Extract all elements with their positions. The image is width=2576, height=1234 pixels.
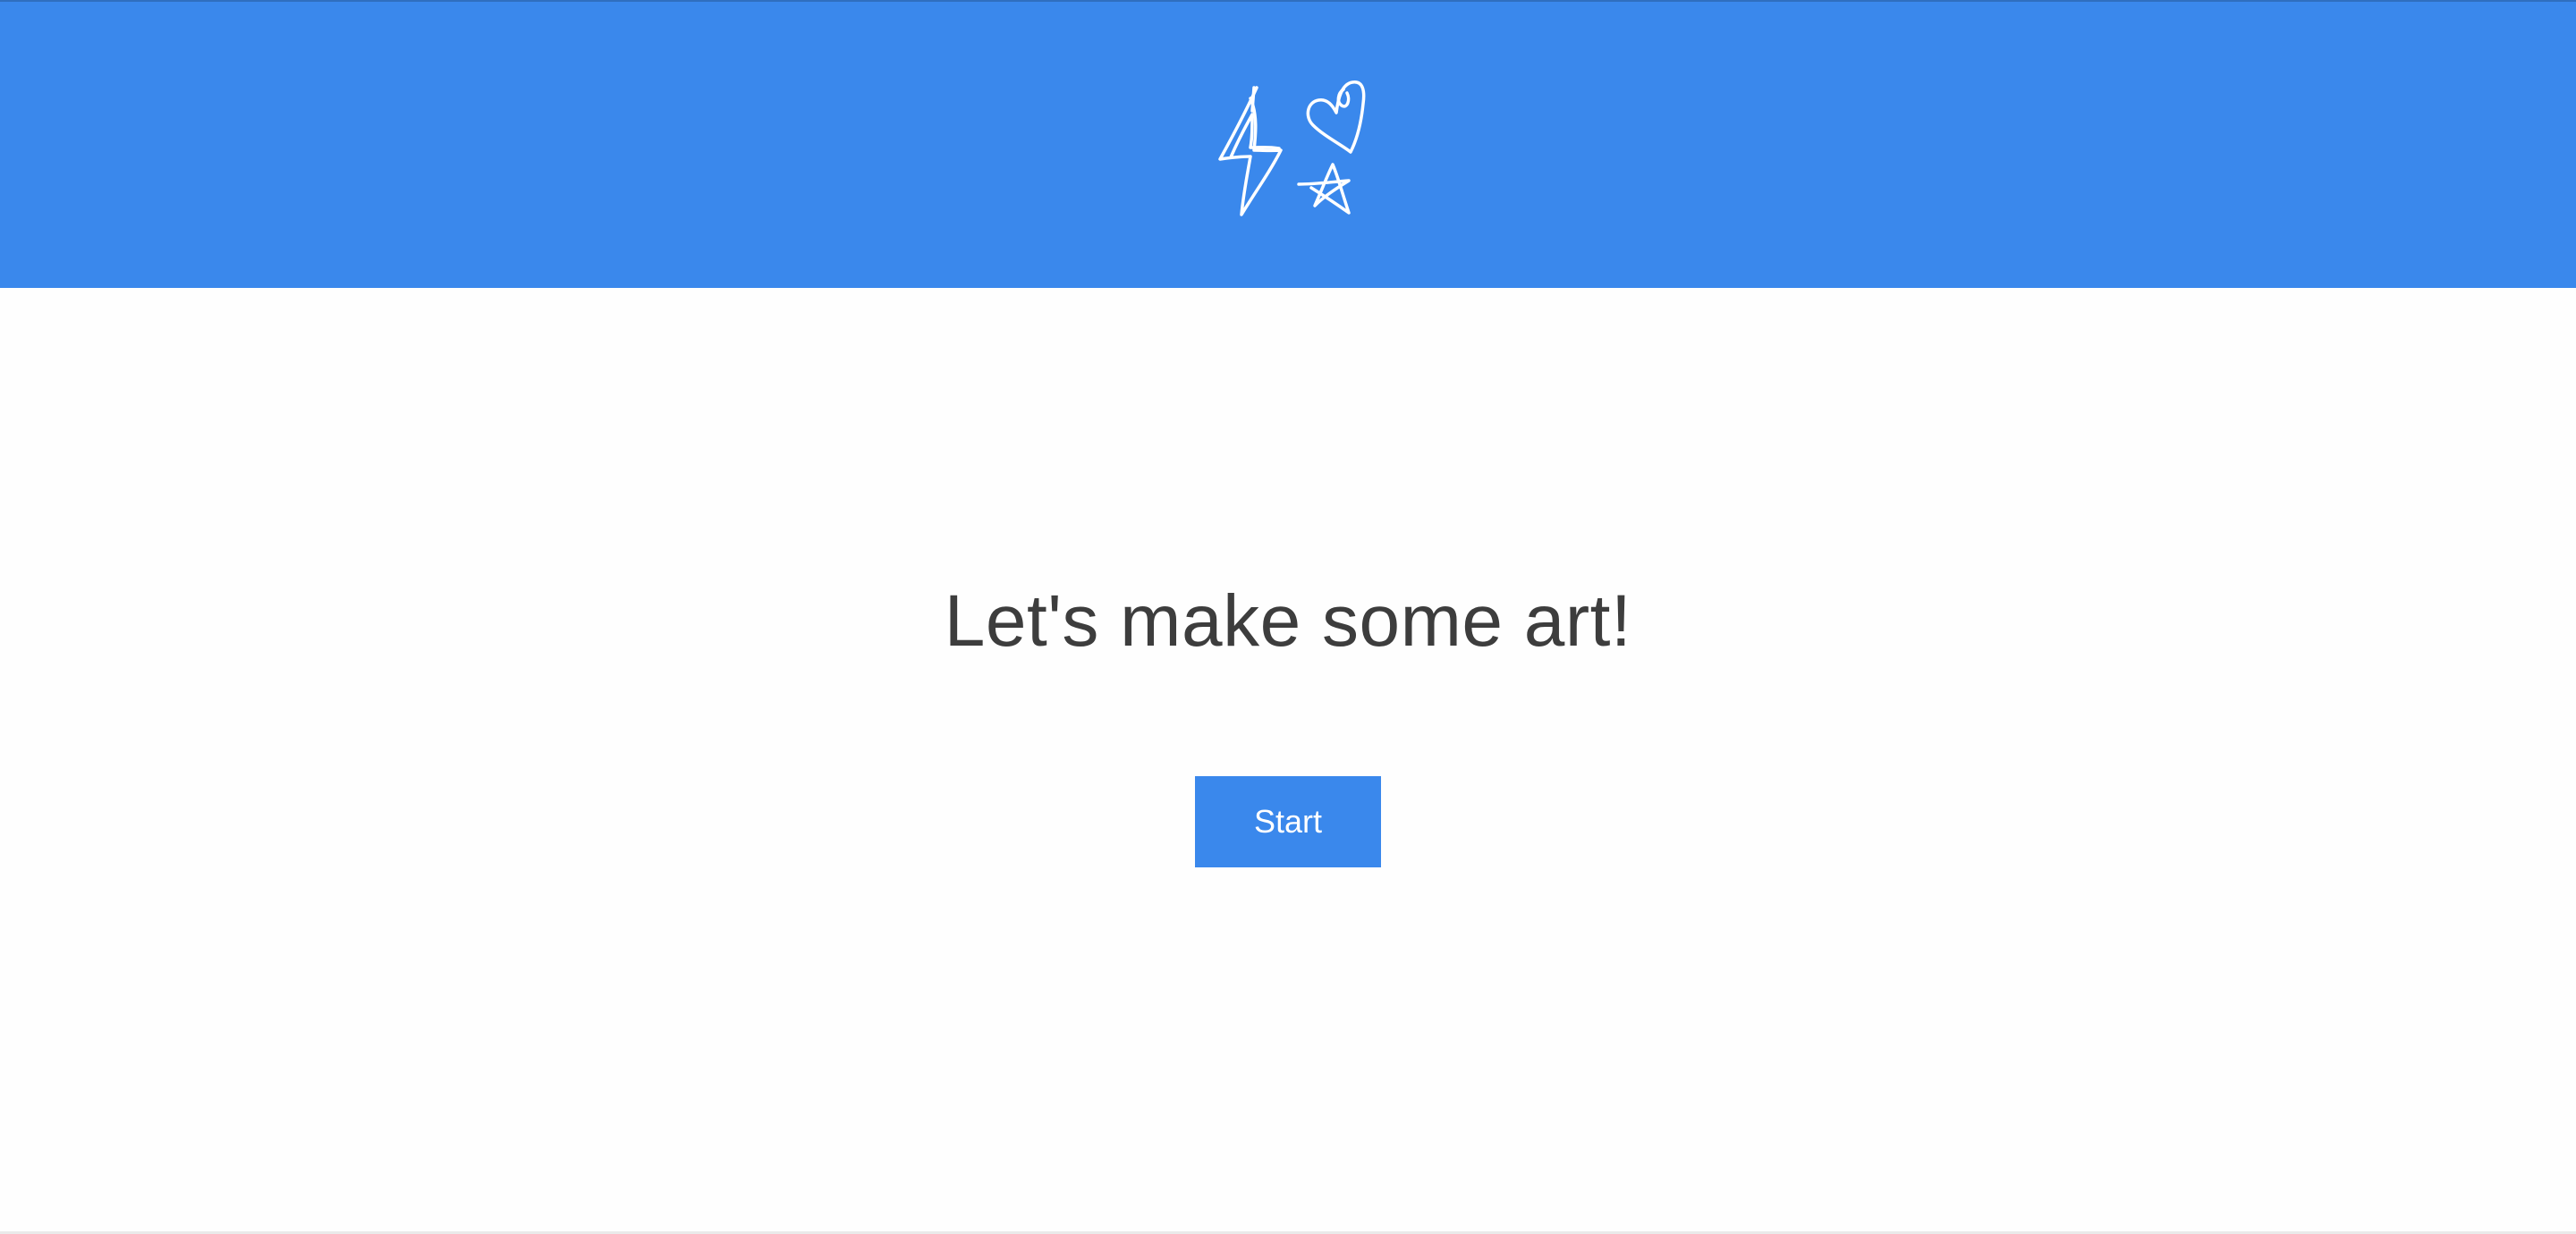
- star-icon: [1297, 163, 1351, 215]
- heart-icon: [1306, 80, 1366, 154]
- page-title: Let's make some art!: [944, 580, 1632, 662]
- header-bar: [0, 0, 2576, 288]
- lightning-icon-stroke: [1250, 86, 1256, 113]
- start-button[interactable]: Start: [1195, 776, 1381, 867]
- app-window: Let's make some art! Start: [0, 0, 2576, 1234]
- doodle-logo-graphic: [1218, 80, 1366, 216]
- doodle-logo: [1208, 72, 1368, 224]
- lightning-icon: [1218, 86, 1283, 216]
